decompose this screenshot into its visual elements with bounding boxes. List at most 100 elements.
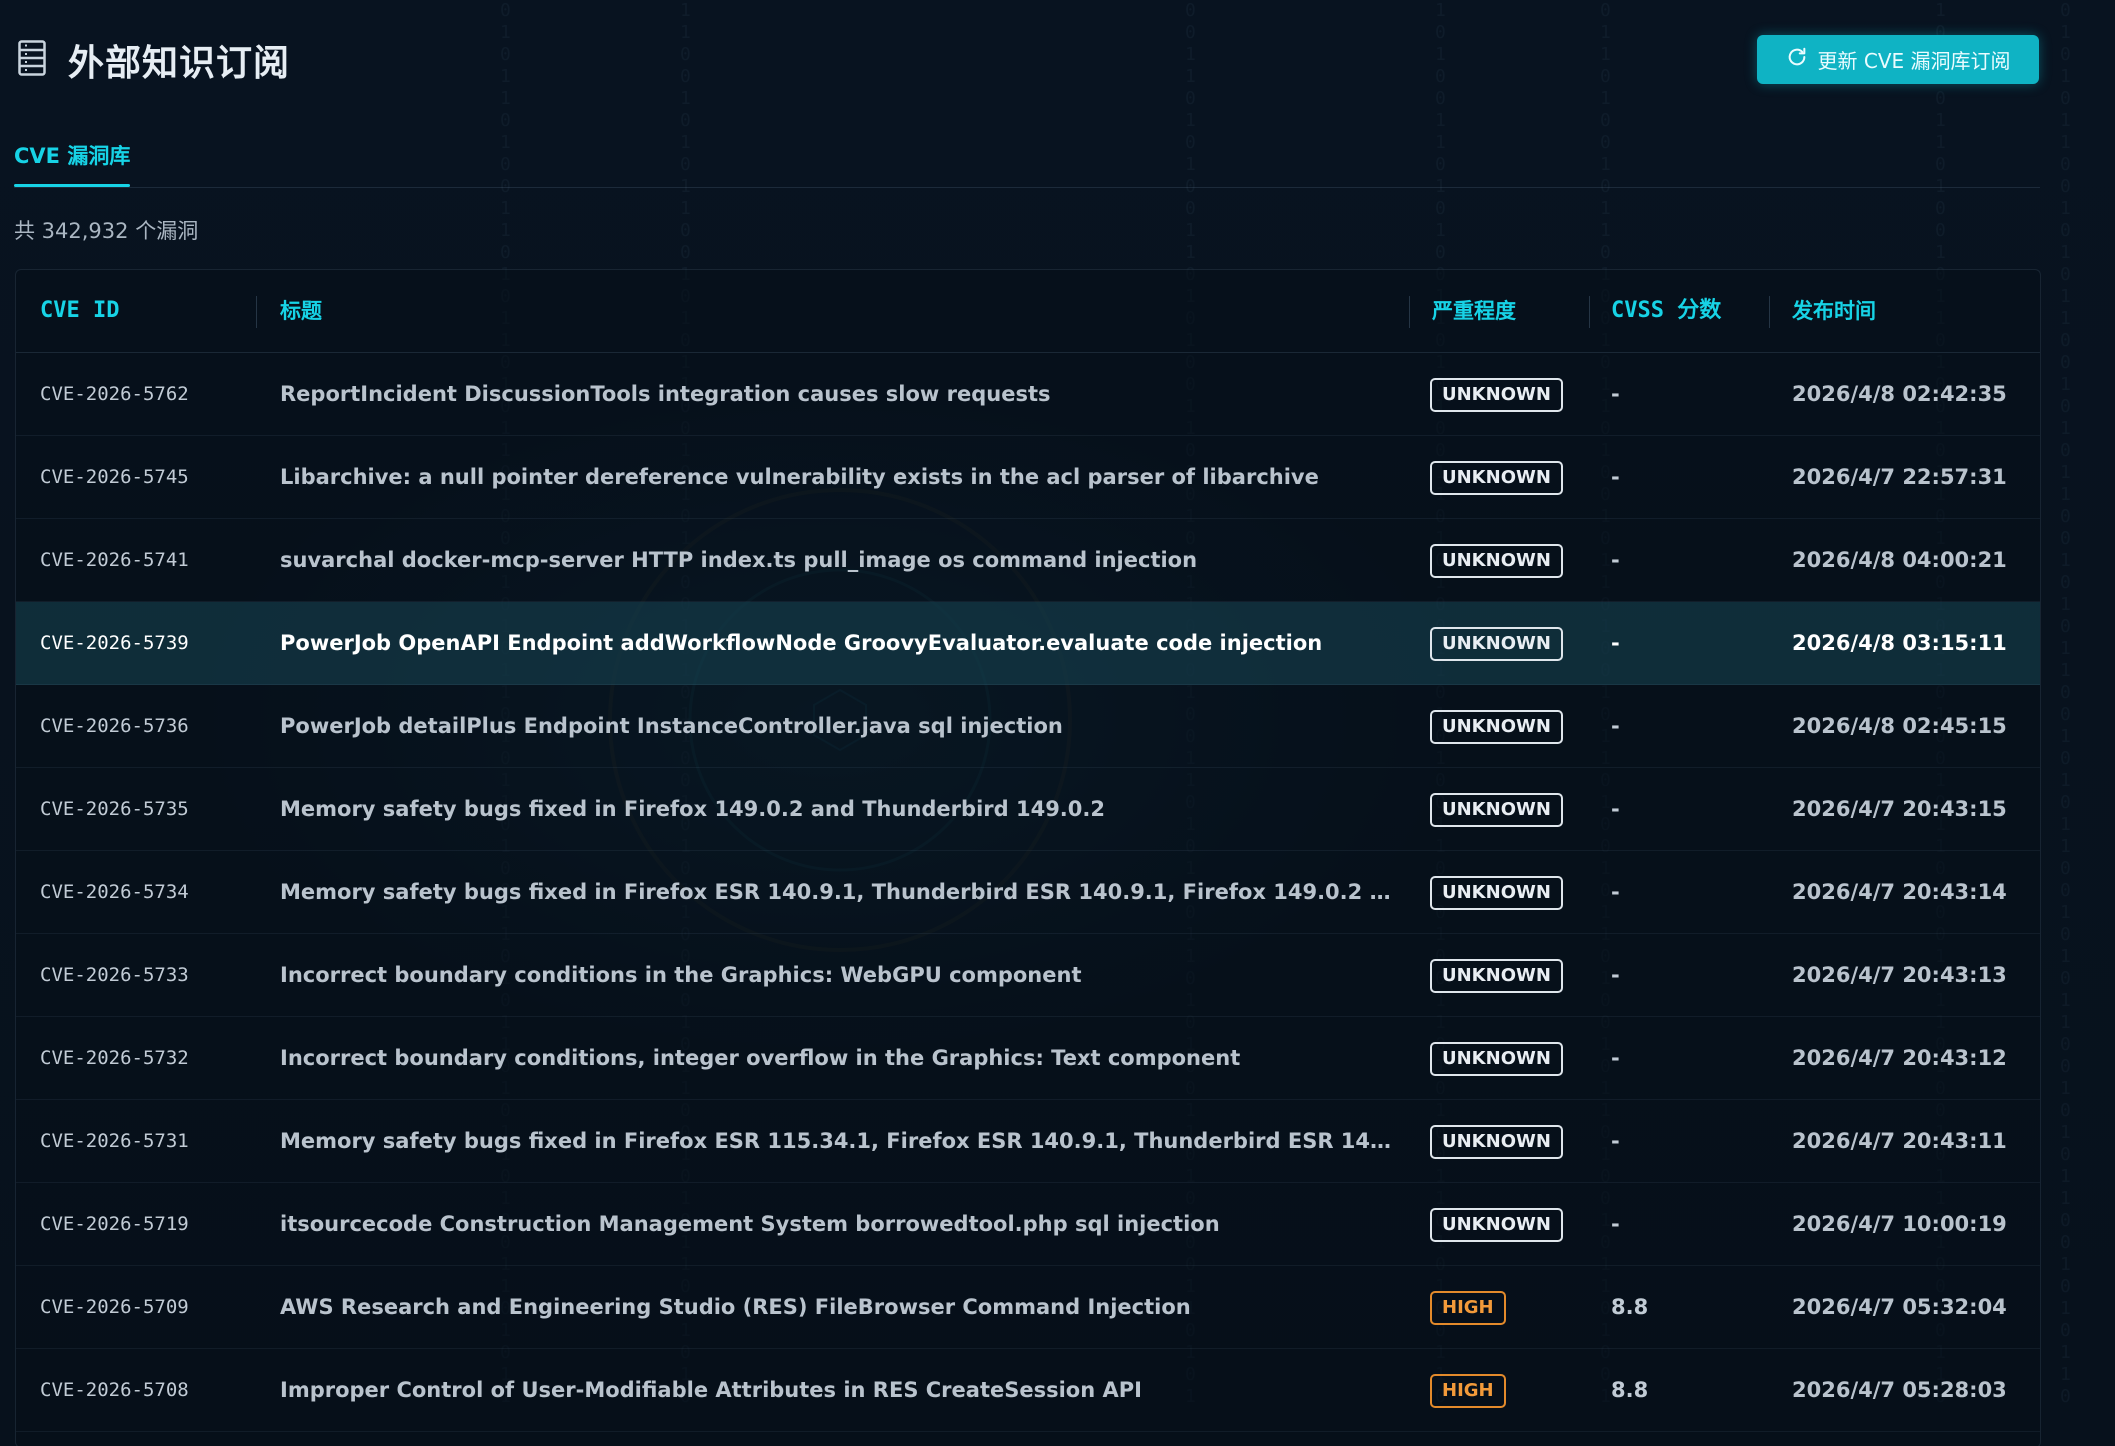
table-row[interactable]: CVE-2026-5709 AWS Research and Engineerin…	[16, 1266, 2040, 1349]
cve-id-cell: CVE-2026-5734	[40, 881, 189, 903]
severity-cell: UNKNOWN	[1430, 768, 1590, 850]
cve-title-cell: Improper Control of User-Modifiable Attr…	[280, 1378, 1142, 1402]
cve-id-cell: CVE-2026-5708	[40, 1379, 189, 1401]
cvss-score-cell: -	[1611, 548, 1620, 572]
table-body: CVE-2026-5762 ReportIncident DiscussionTo…	[16, 353, 2040, 1432]
severity-badge: UNKNOWN	[1430, 460, 1563, 495]
column-header-cve-id[interactable]: CVE ID	[40, 270, 119, 352]
severity-badge: UNKNOWN	[1430, 543, 1563, 578]
severity-cell: HIGH	[1430, 1266, 1590, 1348]
cvss-score-cell: -	[1611, 714, 1620, 738]
cve-title-cell: Incorrect boundary conditions, integer o…	[280, 1046, 1241, 1070]
published-date-cell: 2026/4/7 10:00:19	[1792, 1212, 2007, 1236]
column-divider	[1409, 296, 1410, 328]
published-date-cell: 2026/4/8 02:42:35	[1792, 382, 2007, 406]
severity-badge: UNKNOWN	[1430, 1207, 1563, 1242]
severity-badge: UNKNOWN	[1430, 792, 1563, 827]
published-date-cell: 2026/4/8 03:15:11	[1792, 631, 2007, 655]
cvss-score-cell: -	[1611, 382, 1620, 406]
severity-cell: UNKNOWN	[1430, 685, 1590, 767]
published-date-cell: 2026/4/8 02:45:15	[1792, 714, 2007, 738]
list-icon	[18, 40, 46, 76]
tab-cve-library[interactable]: CVE 漏洞库	[14, 140, 131, 187]
update-cve-subscription-button[interactable]: 更新 CVE 漏洞库订阅	[1757, 35, 2039, 84]
column-header-published[interactable]: 发布时间	[1792, 270, 1876, 352]
cve-id-cell: CVE-2026-5731	[40, 1130, 189, 1152]
severity-badge: UNKNOWN	[1430, 875, 1563, 910]
published-date-cell: 2026/4/7 20:43:14	[1792, 880, 2007, 904]
table-row[interactable]: CVE-2026-5739 PowerJob OpenAPI Endpoint a…	[16, 602, 2040, 685]
cve-table: CVE ID 标题 严重程度 CVSS 分数 发布时间 CVE-2026-576…	[15, 269, 2041, 1446]
severity-badge: HIGH	[1430, 1290, 1506, 1325]
published-date-cell: 2026/4/7 20:43:12	[1792, 1046, 2007, 1070]
severity-cell: UNKNOWN	[1430, 436, 1590, 518]
cve-id-cell: CVE-2026-5739	[40, 632, 189, 654]
severity-cell: UNKNOWN	[1430, 353, 1590, 435]
page: 0101101001101011010110100110101101011010…	[0, 0, 2115, 1446]
severity-cell: UNKNOWN	[1430, 851, 1590, 933]
cve-title-cell: Memory safety bugs fixed in Firefox ESR …	[280, 1129, 1400, 1153]
cve-title-cell: suvarchal docker-mcp-server HTTP index.t…	[280, 548, 1198, 572]
severity-badge: UNKNOWN	[1430, 958, 1563, 993]
cve-id-cell: CVE-2026-5736	[40, 715, 189, 737]
severity-badge: UNKNOWN	[1430, 709, 1563, 744]
table-row[interactable]: CVE-2026-5736 PowerJob detailPlus Endpoin…	[16, 685, 2040, 768]
column-header-title[interactable]: 标题	[280, 270, 322, 352]
page-title: 外部知识订阅	[68, 43, 291, 84]
table-header: CVE ID 标题 严重程度 CVSS 分数 发布时间	[16, 270, 2040, 353]
cvss-score-cell: -	[1611, 1129, 1620, 1153]
cvss-score-cell: 8.8	[1611, 1378, 1649, 1402]
severity-badge: UNKNOWN	[1430, 1041, 1563, 1076]
published-date-cell: 2026/4/8 04:00:21	[1792, 548, 2007, 572]
severity-cell: UNKNOWN	[1430, 602, 1590, 684]
cve-id-cell: CVE-2026-5709	[40, 1296, 189, 1318]
column-divider	[1589, 296, 1590, 328]
severity-cell: UNKNOWN	[1430, 934, 1590, 1016]
cve-title-cell: Memory safety bugs fixed in Firefox ESR …	[280, 880, 1400, 904]
column-divider	[1769, 296, 1770, 328]
published-date-cell: 2026/4/7 05:32:04	[1792, 1295, 2007, 1319]
severity-cell: UNKNOWN	[1430, 1100, 1590, 1182]
table-row[interactable]: CVE-2026-5719 itsourcecode Construction M…	[16, 1183, 2040, 1266]
cvss-score-cell: -	[1611, 1212, 1620, 1236]
severity-badge: UNKNOWN	[1430, 377, 1563, 412]
cve-title-cell: PowerJob detailPlus Endpoint InstanceCon…	[280, 714, 1063, 738]
published-date-cell: 2026/4/7 22:57:31	[1792, 465, 2007, 489]
severity-badge: UNKNOWN	[1430, 626, 1563, 661]
table-row[interactable]: CVE-2026-5745 Libarchive: a null pointer …	[16, 436, 2040, 519]
cve-title-cell: itsourcecode Construction Management Sys…	[280, 1212, 1220, 1236]
cve-title-cell: Memory safety bugs fixed in Firefox 149.…	[280, 797, 1105, 821]
table-row[interactable]: CVE-2026-5733 Incorrect boundary conditio…	[16, 934, 2040, 1017]
cve-id-cell: CVE-2026-5741	[40, 549, 189, 571]
cvss-score-cell: -	[1611, 1046, 1620, 1070]
column-divider	[256, 296, 257, 328]
cve-title-cell: Incorrect boundary conditions in the Gra…	[280, 963, 1082, 987]
table-row[interactable]: CVE-2026-5735 Memory safety bugs fixed in…	[16, 768, 2040, 851]
cve-title-cell: PowerJob OpenAPI Endpoint addWorkflowNod…	[280, 631, 1323, 655]
severity-cell: UNKNOWN	[1430, 1183, 1590, 1265]
cvss-score-cell: -	[1611, 880, 1620, 904]
refresh-icon	[1786, 46, 1808, 73]
table-row[interactable]: CVE-2026-5731 Memory safety bugs fixed in…	[16, 1100, 2040, 1183]
table-row[interactable]: CVE-2026-5708 Improper Control of User-Mo…	[16, 1349, 2040, 1432]
severity-badge: HIGH	[1430, 1373, 1506, 1408]
page-header: 外部知识订阅 更新 CVE 漏洞库订阅	[0, 0, 2040, 120]
severity-cell: HIGH	[1430, 1349, 1590, 1431]
cve-title-cell: AWS Research and Engineering Studio (RES…	[280, 1295, 1191, 1319]
cve-id-cell: CVE-2026-5735	[40, 798, 189, 820]
cvss-score-cell: -	[1611, 963, 1620, 987]
column-header-cvss[interactable]: CVSS 分数	[1611, 270, 1721, 352]
published-date-cell: 2026/4/7 05:28:03	[1792, 1378, 2007, 1402]
severity-cell: UNKNOWN	[1430, 1017, 1590, 1099]
cve-id-cell: CVE-2026-5732	[40, 1047, 189, 1069]
table-row[interactable]: CVE-2026-5734 Memory safety bugs fixed in…	[16, 851, 2040, 934]
update-button-label: 更新 CVE 漏洞库订阅	[1817, 49, 2011, 73]
cve-id-cell: CVE-2026-5745	[40, 466, 189, 488]
cvss-score-cell: -	[1611, 465, 1620, 489]
cve-id-cell: CVE-2026-5762	[40, 383, 189, 405]
column-header-severity[interactable]: 严重程度	[1432, 270, 1516, 352]
table-row[interactable]: CVE-2026-5762 ReportIncident DiscussionTo…	[16, 353, 2040, 436]
table-row[interactable]: CVE-2026-5732 Incorrect boundary conditio…	[16, 1017, 2040, 1100]
table-row[interactable]: CVE-2026-5741 suvarchal docker-mcp-server…	[16, 519, 2040, 602]
published-date-cell: 2026/4/7 20:43:15	[1792, 797, 2007, 821]
